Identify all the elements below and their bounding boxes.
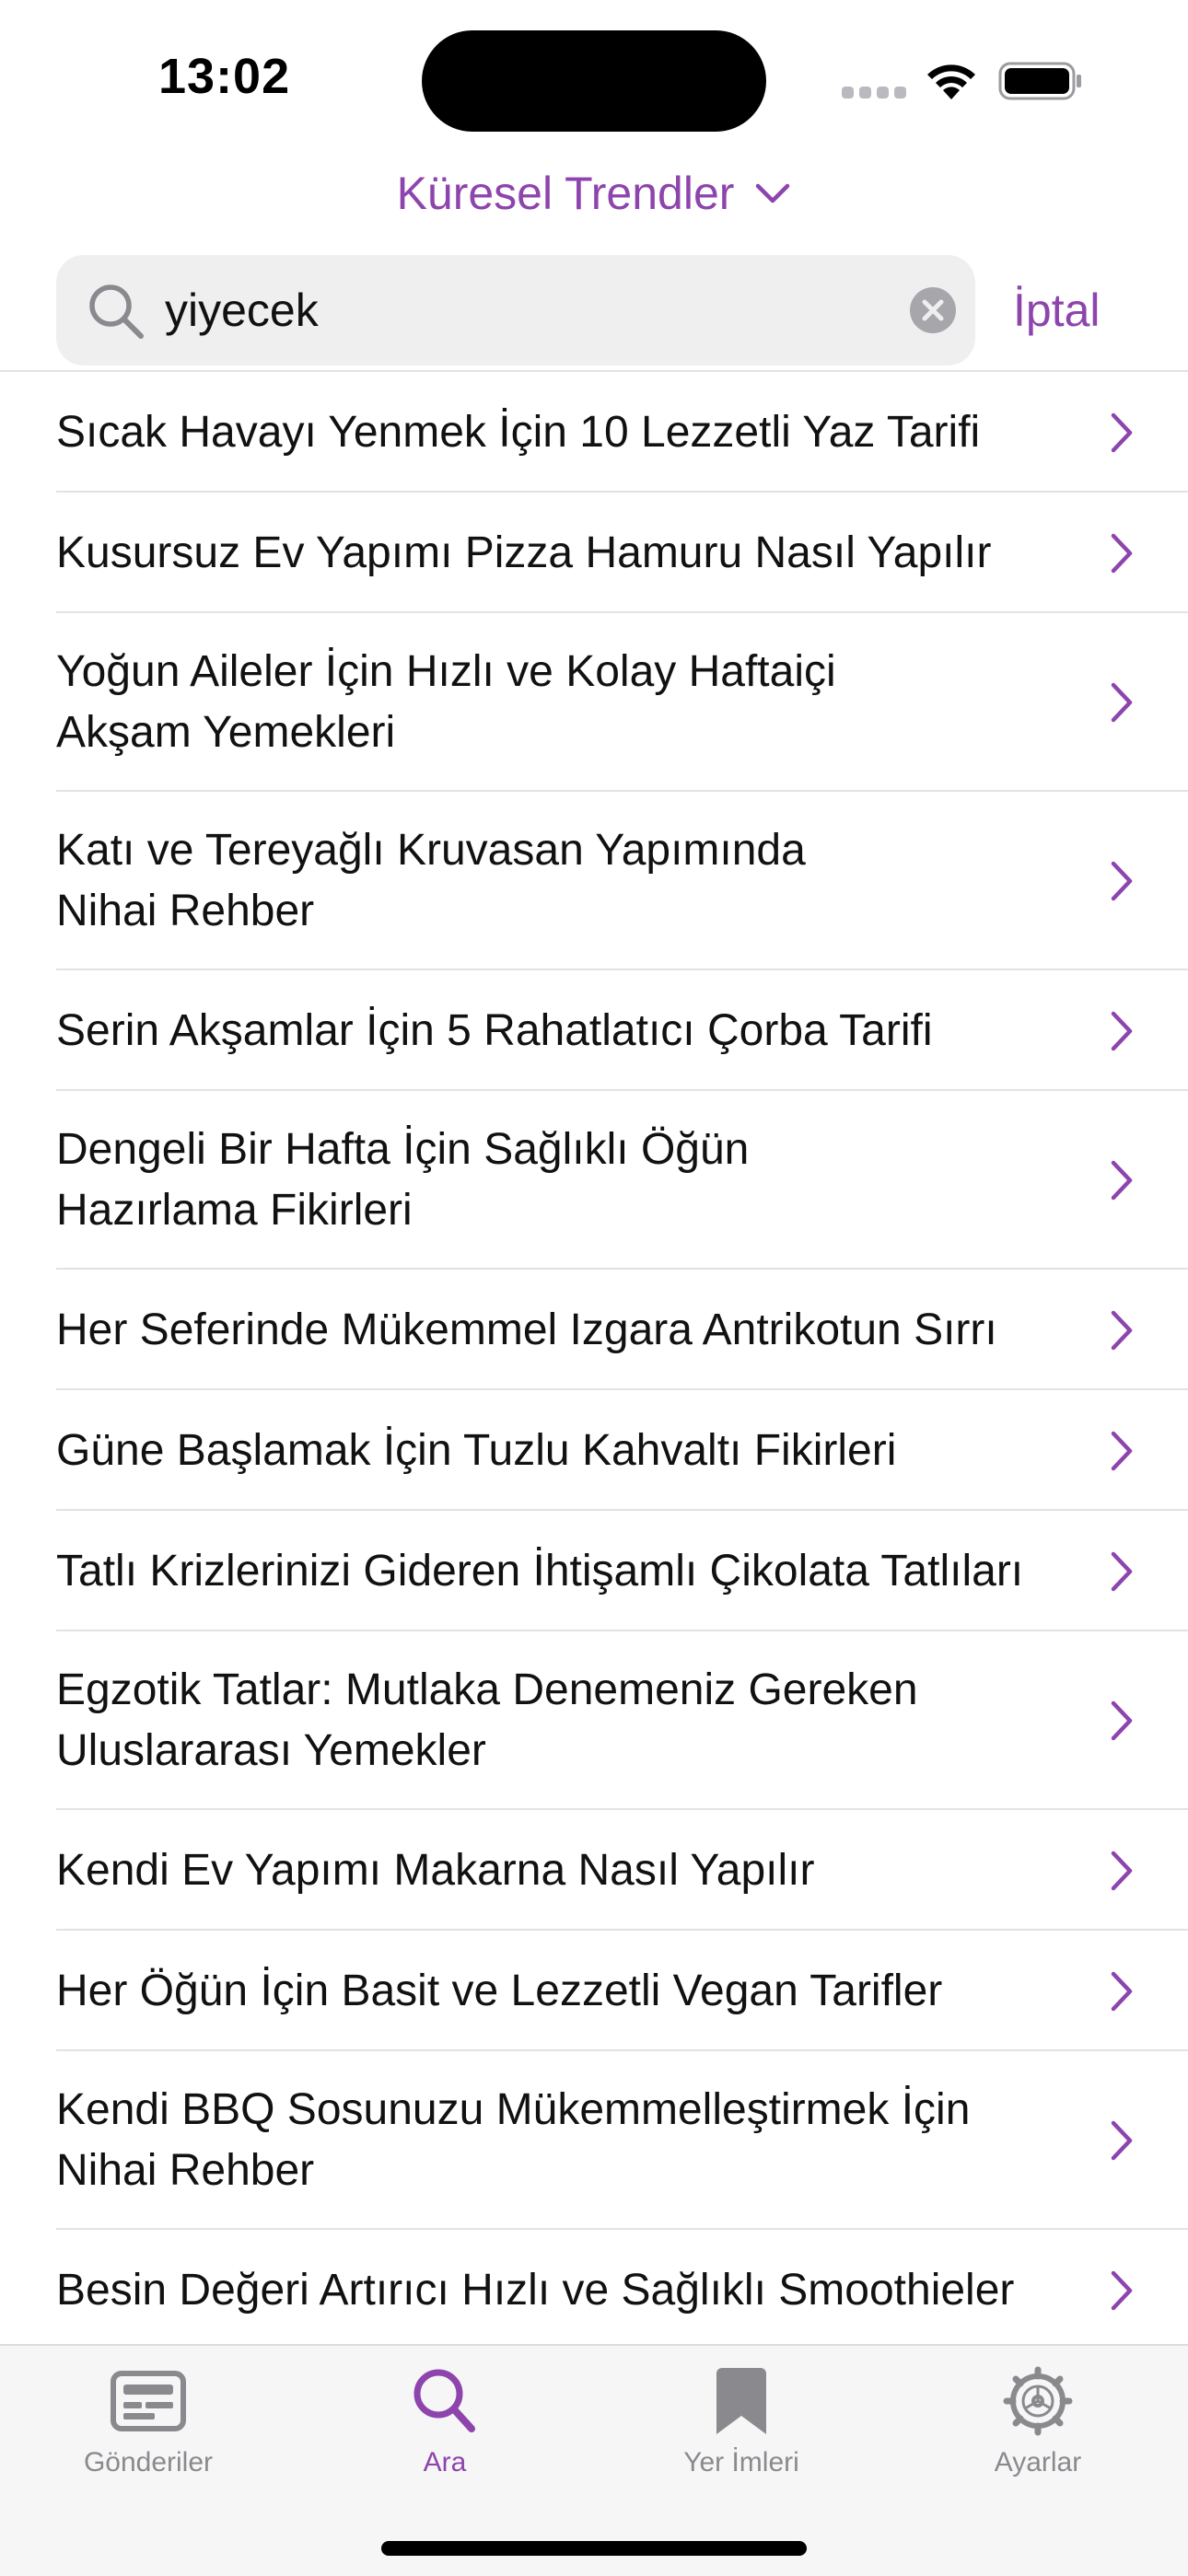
list-item-title: Kusursuz Ev Yapımı Pizza Hamuru Nasıl Ya… bbox=[56, 528, 992, 577]
chevron-right-icon bbox=[1111, 1700, 1133, 1741]
list-item-title: Sıcak Havayı Yenmek İçin 10 Lezzetli Yaz… bbox=[56, 407, 981, 457]
list-item[interactable]: Güne Başlamak İçin Tuzlu Kahvaltı Fikirl… bbox=[0, 1390, 1188, 1511]
list-item[interactable]: Sıcak Havayı Yenmek İçin 10 Lezzetli Yaz… bbox=[0, 372, 1188, 493]
chevron-right-icon bbox=[1111, 1851, 1133, 1890]
list-item-title: Her Öğün İçin Basit ve Lezzetli Vegan Ta… bbox=[56, 1966, 943, 2015]
chevron-right-icon bbox=[1111, 533, 1133, 573]
chevron-right-icon bbox=[1111, 1310, 1133, 1350]
list-item-title: Her Seferinde Mükemmel Izgara Antrikotun… bbox=[56, 1305, 997, 1354]
home-indicator[interactable] bbox=[381, 2541, 807, 2556]
cancel-button[interactable]: İptal bbox=[1013, 273, 1101, 347]
chevron-right-icon bbox=[1111, 682, 1133, 723]
wifi-icon bbox=[927, 64, 975, 99]
chevron-right-icon bbox=[1111, 1160, 1133, 1201]
tab-search[interactable]: Ara bbox=[297, 2366, 593, 2495]
bookmark-icon bbox=[716, 2368, 766, 2434]
tab-label: Ayarlar bbox=[994, 2447, 1082, 2477]
list-item[interactable]: Dengeli Bir Hafta İçin Sağlıklı Öğün Haz… bbox=[0, 1091, 1188, 1270]
list-item-title: Yoğun Aileler İçin Hızlı ve Kolay Haftai… bbox=[56, 647, 836, 757]
list-item[interactable]: Katı ve Tereyağlı Kruvasan Yapımında Nih… bbox=[0, 792, 1188, 970]
list-item[interactable]: Tatlı Krizlerinizi Gideren İhtişamlı Çik… bbox=[0, 1511, 1188, 1631]
list-item[interactable]: Egzotik Tatlar: Mutlaka Denemeniz Gereke… bbox=[0, 1631, 1188, 1810]
list-item[interactable]: Kendi Ev Yapımı Makarna Nasıl Yapılır bbox=[0, 1810, 1188, 1931]
list-item[interactable]: Besin Değeri Artırıcı Hızlı ve Sağlıklı … bbox=[0, 2230, 1188, 2350]
chevron-right-icon bbox=[1111, 412, 1133, 452]
list-item-title: Egzotik Tatlar: Mutlaka Denemeniz Gereke… bbox=[56, 1665, 918, 1775]
search-box[interactable] bbox=[56, 255, 975, 366]
feed-title: Küresel Trendler bbox=[396, 168, 735, 219]
list-item[interactable]: Serin Akşamlar İçin 5 Rahatlatıcı Çorba … bbox=[0, 970, 1188, 1091]
search-icon bbox=[413, 2369, 475, 2432]
results-list[interactable]: Sıcak Havayı Yenmek İçin 10 Lezzetli Yaz… bbox=[0, 370, 1188, 2350]
clear-icon[interactable] bbox=[909, 286, 957, 334]
signal-icon bbox=[842, 87, 906, 99]
tab-label: Ara bbox=[423, 2447, 467, 2477]
tab-settings[interactable]: Ayarlar bbox=[890, 2366, 1186, 2495]
list-item[interactable]: Kendi BBQ Sosunuzu Mükemmelleştirmek İçi… bbox=[0, 2051, 1188, 2230]
chevron-right-icon bbox=[1111, 1971, 1133, 2011]
list-item[interactable]: Her Öğün İçin Basit ve Lezzetli Vegan Ta… bbox=[0, 1931, 1188, 2051]
status-bar: 13:02 bbox=[0, 0, 1188, 138]
list-item-title: Kendi BBQ Sosunuzu Mükemmelleştirmek İçi… bbox=[56, 2085, 971, 2195]
chevron-down-icon bbox=[756, 183, 790, 203]
list-item[interactable]: Her Seferinde Mükemmel Izgara Antrikotun… bbox=[0, 1270, 1188, 1390]
chevron-right-icon bbox=[1111, 1551, 1133, 1591]
list-item[interactable]: Yoğun Aileler İçin Hızlı ve Kolay Haftai… bbox=[0, 613, 1188, 792]
chevron-right-icon bbox=[1111, 1431, 1133, 1470]
dynamic-island bbox=[422, 30, 766, 132]
search-input[interactable] bbox=[165, 273, 920, 347]
chevron-right-icon bbox=[1111, 861, 1133, 901]
search-icon bbox=[89, 284, 144, 339]
feed-selector[interactable]: Küresel Trendler bbox=[0, 157, 1188, 230]
battery-icon bbox=[998, 62, 1081, 100]
list-item-title: Güne Başlamak İçin Tuzlu Kahvaltı Fikirl… bbox=[56, 1425, 897, 1475]
list-item-title: Katı ve Tereyağlı Kruvasan Yapımında Nih… bbox=[56, 826, 806, 935]
settings-gear-icon bbox=[1003, 2366, 1073, 2436]
status-time: 13:02 bbox=[158, 49, 291, 104]
list-item-title: Tatlı Krizlerinizi Gideren İhtişamlı Çik… bbox=[56, 1546, 1024, 1595]
posts-icon bbox=[111, 2371, 186, 2431]
list-item-title: Dengeli Bir Hafta İçin Sağlıklı Öğün Haz… bbox=[56, 1125, 750, 1235]
chevron-right-icon bbox=[1111, 1011, 1133, 1050]
list-item-title: Kendi Ev Yapımı Makarna Nasıl Yapılır bbox=[56, 1845, 815, 1895]
tab-label: Gönderiler bbox=[83, 2447, 214, 2477]
chevron-right-icon bbox=[1111, 2270, 1133, 2310]
tab-posts[interactable]: Gönderiler bbox=[0, 2366, 297, 2495]
chevron-right-icon bbox=[1111, 2120, 1133, 2161]
tab-label: Yer İmleri bbox=[683, 2447, 799, 2477]
list-item-title: Besin Değeri Artırıcı Hızlı ve Sağlıklı … bbox=[56, 2265, 1015, 2315]
list-item[interactable]: Kusursuz Ev Yapımı Pizza Hamuru Nasıl Ya… bbox=[0, 493, 1188, 613]
tab-bookmarks[interactable]: Yer İmleri bbox=[593, 2366, 890, 2495]
list-item-title: Serin Akşamlar İçin 5 Rahatlatıcı Çorba … bbox=[56, 1005, 933, 1055]
